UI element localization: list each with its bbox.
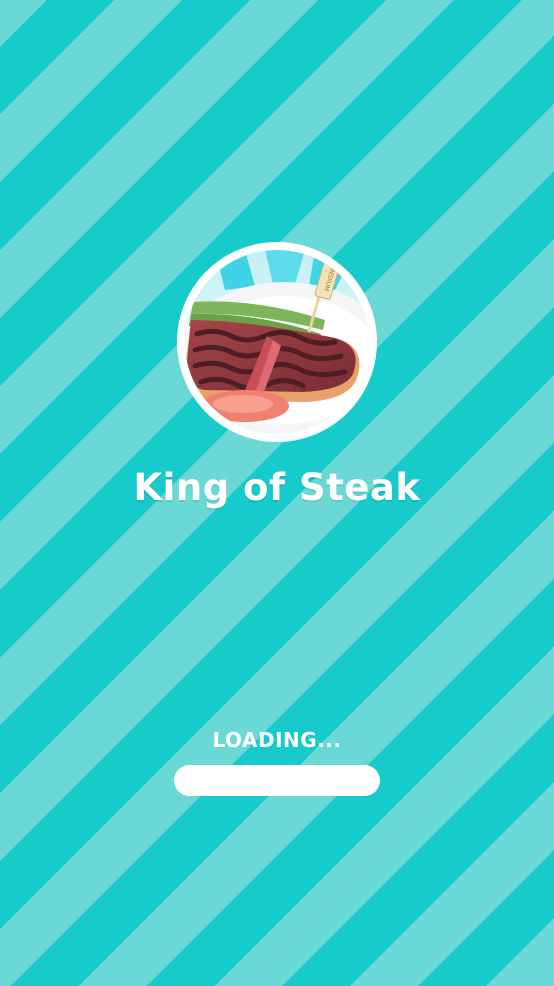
loading-screen: MEDIUM King of Steak LOADING...: [0, 0, 554, 986]
loading-progress-bar: [174, 765, 380, 796]
loading-label: LOADING...: [212, 728, 342, 752]
game-logo: MEDIUM: [177, 242, 377, 442]
game-title: King of Steak: [133, 466, 421, 509]
steak-plate-icon: MEDIUM: [185, 250, 369, 434]
